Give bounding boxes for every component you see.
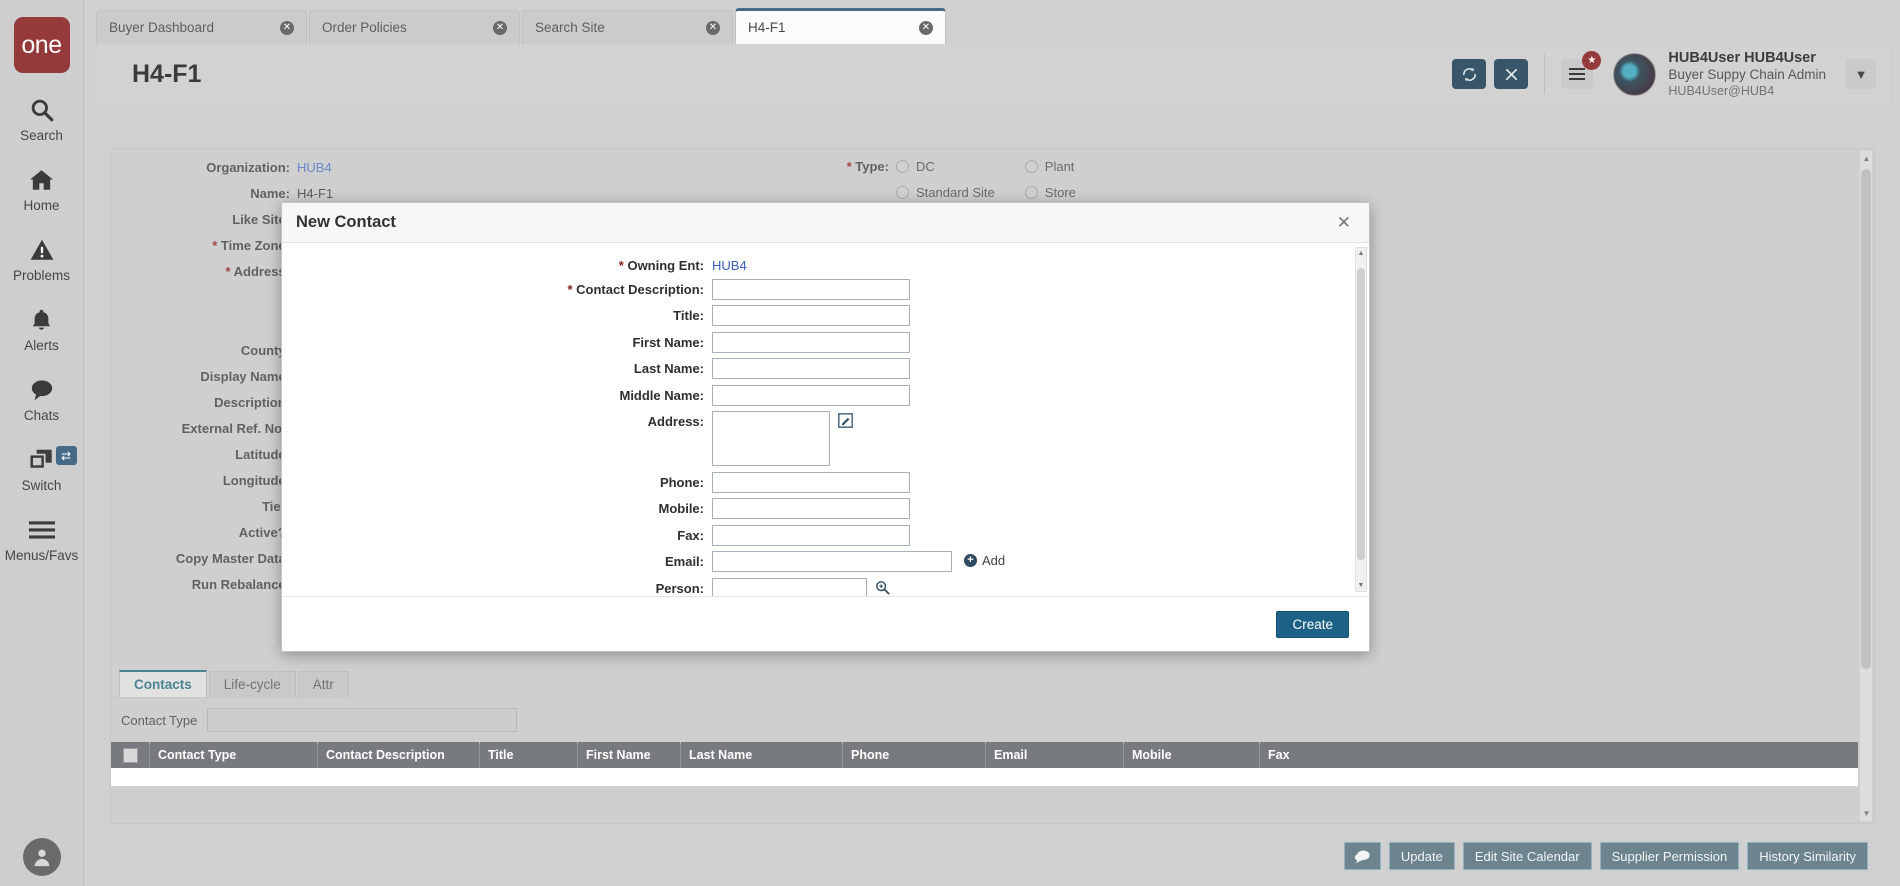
fax-input[interactable]: [712, 524, 910, 546]
field-middle-name: Middle Name:: [282, 384, 1369, 406]
person-input[interactable]: [712, 577, 867, 596]
field-owning-ent: * Owning Ent: HUB4: [282, 255, 1369, 273]
field-label: Person:: [655, 580, 704, 596]
dialog-header: New Contact ✕: [282, 203, 1369, 243]
field-email: Email: + Add: [282, 551, 1369, 572]
scroll-down-icon[interactable]: ▼: [1357, 582, 1365, 589]
plus-circle-icon: +: [964, 554, 977, 567]
field-label: Fax:: [677, 527, 704, 543]
magnifier-icon[interactable]: [875, 578, 890, 595]
field-label: * Owning Ent:: [618, 258, 704, 273]
field-label: Title:: [673, 308, 704, 323]
mobile-input[interactable]: [712, 498, 910, 519]
middle-name-input[interactable]: [712, 384, 910, 406]
dialog-footer: Create: [282, 596, 1369, 651]
field-label: First Name:: [632, 334, 704, 350]
contact-description-input[interactable]: [712, 278, 910, 300]
create-button[interactable]: Create: [1276, 610, 1349, 638]
field-label: Middle Name:: [619, 387, 704, 403]
phone-input[interactable]: [712, 471, 910, 493]
address-textarea[interactable]: [712, 411, 830, 466]
new-contact-dialog: New Contact ✕ ▲ ▼ * Owning Ent: HUB4 * C…: [281, 202, 1370, 652]
field-person: Person:: [282, 577, 1369, 596]
close-icon[interactable]: ✕: [1333, 213, 1355, 233]
add-email-button[interactable]: + Add: [964, 551, 1005, 568]
title-input[interactable]: [712, 305, 910, 326]
field-contact-description: * Contact Description:: [282, 278, 1369, 300]
field-label: Mobile:: [658, 501, 705, 516]
email-input[interactable]: [712, 551, 952, 572]
required-marker: *: [567, 281, 573, 297]
required-marker: *: [618, 258, 624, 273]
field-label: Phone:: [659, 474, 704, 490]
scrollbar-thumb[interactable]: [1357, 268, 1365, 560]
new-contact-form: * Owning Ent: HUB4 * Contact Description…: [282, 243, 1369, 596]
dialog-title: New Contact: [296, 213, 396, 231]
field-label: Email:: [664, 554, 704, 569]
application-window: one Search Home Problems Alerts Chats ⇄ …: [0, 0, 1900, 886]
field-label: * Contact Description:: [567, 281, 704, 297]
first-name-input[interactable]: [712, 331, 910, 353]
field-title: Title:: [282, 305, 1369, 326]
field-first-name: First Name:: [282, 331, 1369, 353]
field-last-name: Last Name:: [282, 358, 1369, 379]
field-label: Address:: [647, 414, 704, 429]
dialog-scrollbar[interactable]: ▲ ▼: [1355, 247, 1367, 592]
add-label: Add: [982, 553, 1006, 568]
dialog-body: ▲ ▼ * Owning Ent: HUB4 * Contact Descrip…: [282, 243, 1369, 596]
field-label: Last Name:: [633, 361, 704, 376]
last-name-input[interactable]: [712, 358, 910, 379]
owning-ent-link[interactable]: HUB4: [712, 255, 747, 273]
field-fax: Fax:: [282, 524, 1369, 546]
scroll-up-icon[interactable]: ▲: [1357, 250, 1365, 257]
field-mobile: Mobile:: [282, 498, 1369, 519]
field-address: Address:: [282, 411, 1369, 466]
field-phone: Phone:: [282, 471, 1369, 493]
edit-pencil-icon[interactable]: [838, 411, 853, 428]
